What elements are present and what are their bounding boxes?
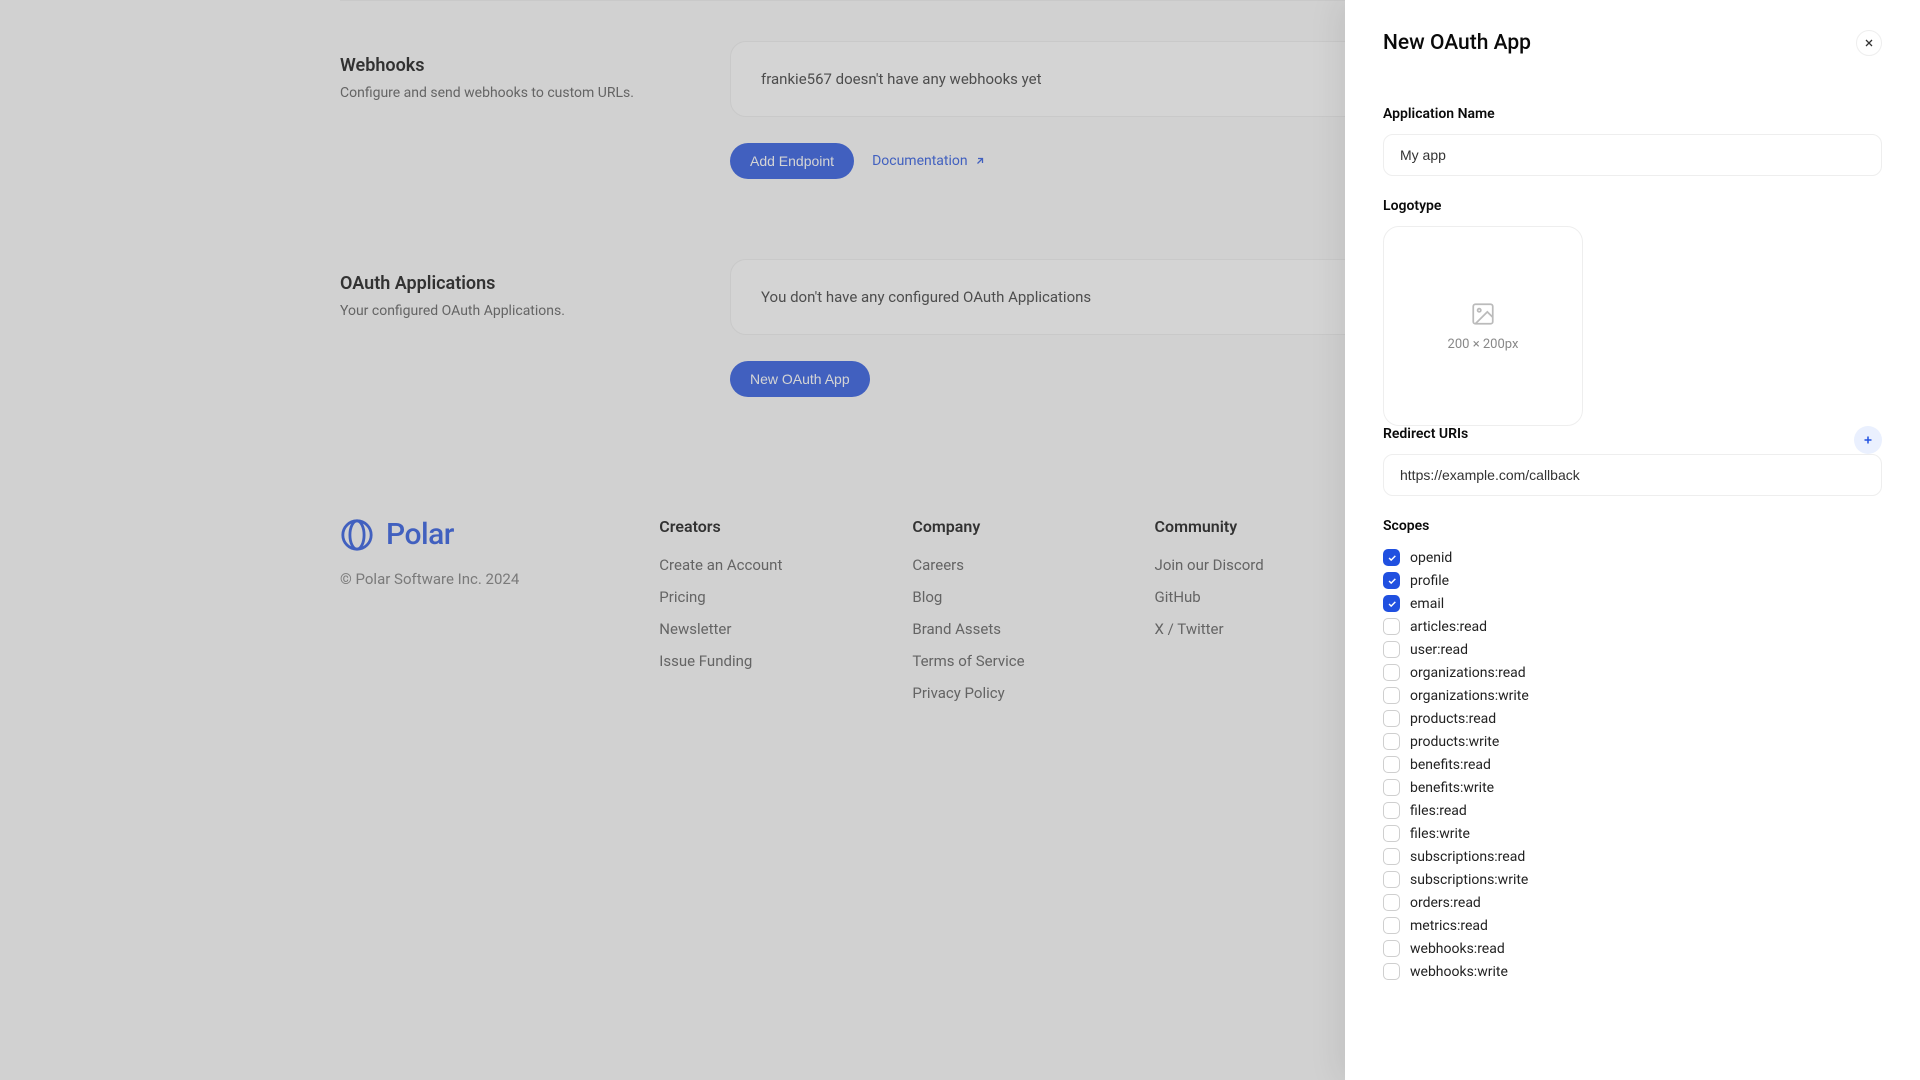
scope-label: subscriptions:read — [1410, 849, 1525, 865]
image-icon — [1470, 301, 1496, 327]
modal-overlay[interactable]: New OAuth App Application Name Logotype … — [0, 0, 1920, 1080]
scope-row: products:write — [1383, 730, 1882, 753]
new-oauth-drawer: New OAuth App Application Name Logotype … — [1345, 0, 1920, 1080]
scope-row: organizations:write — [1383, 684, 1882, 707]
scope-checkbox[interactable] — [1383, 802, 1400, 819]
scope-label: profile — [1410, 573, 1449, 589]
scope-label: openid — [1410, 550, 1452, 566]
scope-checkbox[interactable] — [1383, 733, 1400, 750]
scope-row: email — [1383, 592, 1882, 615]
scope-row: subscriptions:write — [1383, 868, 1882, 891]
scope-label: subscriptions:write — [1410, 872, 1528, 888]
scope-label: organizations:read — [1410, 665, 1526, 681]
scope-checkbox[interactable] — [1383, 641, 1400, 658]
scope-checkbox[interactable] — [1383, 940, 1400, 957]
scope-checkbox[interactable] — [1383, 710, 1400, 727]
scope-label: benefits:write — [1410, 780, 1494, 796]
close-icon — [1863, 37, 1875, 49]
scope-row: products:read — [1383, 707, 1882, 730]
scope-row: benefits:write — [1383, 776, 1882, 799]
logotype-hint: 200 × 200px — [1448, 337, 1519, 352]
scope-checkbox[interactable] — [1383, 687, 1400, 704]
scope-row: user:read — [1383, 638, 1882, 661]
scope-checkbox[interactable] — [1383, 549, 1400, 566]
scope-row: webhooks:write — [1383, 960, 1882, 983]
scope-row: subscriptions:read — [1383, 845, 1882, 868]
scope-checkbox[interactable] — [1383, 963, 1400, 980]
scope-label: products:read — [1410, 711, 1496, 727]
scope-label: email — [1410, 596, 1444, 612]
scope-label: metrics:read — [1410, 918, 1488, 934]
scope-label: files:write — [1410, 826, 1470, 842]
scope-checkbox[interactable] — [1383, 825, 1400, 842]
scope-row: files:read — [1383, 799, 1882, 822]
scope-label: benefits:read — [1410, 757, 1491, 773]
scope-label: organizations:write — [1410, 688, 1529, 704]
scope-label: articles:read — [1410, 619, 1487, 635]
scopes-label: Scopes — [1383, 518, 1882, 534]
scope-checkbox[interactable] — [1383, 618, 1400, 635]
scope-row: benefits:read — [1383, 753, 1882, 776]
scope-label: user:read — [1410, 642, 1468, 658]
scope-checkbox[interactable] — [1383, 756, 1400, 773]
logotype-label: Logotype — [1383, 198, 1882, 214]
scope-row: webhooks:read — [1383, 937, 1882, 960]
scope-label: orders:read — [1410, 895, 1481, 911]
app-name-label: Application Name — [1383, 106, 1882, 122]
scope-label: products:write — [1410, 734, 1499, 750]
scope-checkbox[interactable] — [1383, 871, 1400, 888]
redirect-uris-label: Redirect URIs — [1383, 426, 1468, 442]
scope-row: orders:read — [1383, 891, 1882, 914]
plus-icon — [1862, 434, 1874, 446]
scope-checkbox[interactable] — [1383, 917, 1400, 934]
scope-label: webhooks:read — [1410, 941, 1505, 957]
scope-checkbox[interactable] — [1383, 572, 1400, 589]
scope-checkbox[interactable] — [1383, 664, 1400, 681]
scope-checkbox[interactable] — [1383, 894, 1400, 911]
scope-checkbox[interactable] — [1383, 779, 1400, 796]
app-name-input[interactable] — [1383, 134, 1882, 176]
close-button[interactable] — [1856, 30, 1882, 56]
scope-row: files:write — [1383, 822, 1882, 845]
scope-label: files:read — [1410, 803, 1467, 819]
scope-row: metrics:read — [1383, 914, 1882, 937]
scope-row: articles:read — [1383, 615, 1882, 638]
scope-row: profile — [1383, 569, 1882, 592]
redirect-uri-input[interactable] — [1383, 454, 1882, 496]
scope-row: openid — [1383, 546, 1882, 569]
scope-label: webhooks:write — [1410, 964, 1508, 980]
add-redirect-uri-button[interactable] — [1854, 426, 1882, 454]
scope-checkbox[interactable] — [1383, 848, 1400, 865]
logotype-dropzone[interactable]: 200 × 200px — [1383, 226, 1583, 426]
drawer-title: New OAuth App — [1383, 31, 1531, 55]
scope-row: organizations:read — [1383, 661, 1882, 684]
scope-checkbox[interactable] — [1383, 595, 1400, 612]
